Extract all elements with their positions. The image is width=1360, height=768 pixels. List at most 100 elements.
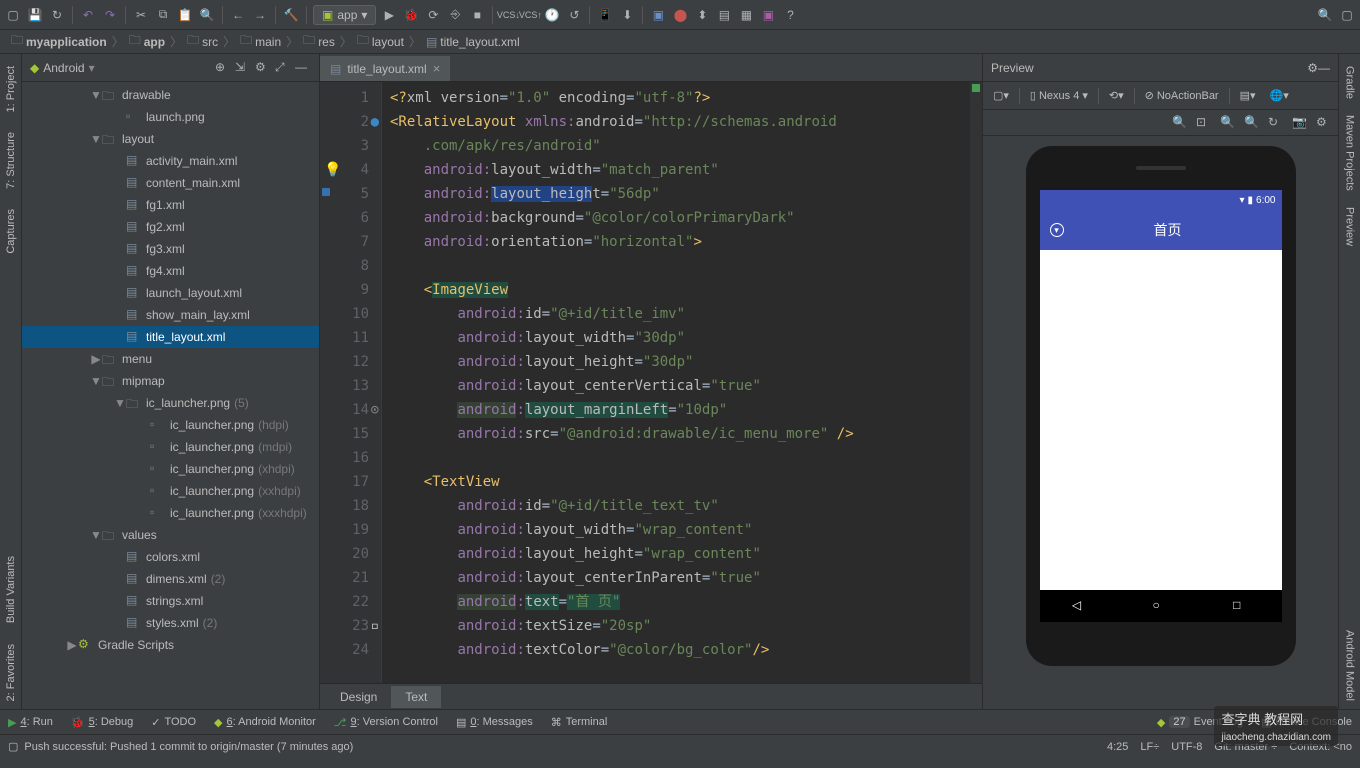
window-icon[interactable]: ▢	[8, 740, 18, 753]
run-icon[interactable]: ▶	[380, 6, 398, 24]
tree-file[interactable]: ▫ic_launcher.png(mdpi)	[22, 436, 319, 458]
hide-icon[interactable]: ⤢	[275, 60, 291, 76]
theme-icon[interactable]: ▣	[759, 6, 777, 24]
crumb[interactable]: 🗀myapplication	[8, 30, 110, 53]
todo-tool[interactable]: ✓TODO	[151, 716, 196, 729]
tree-file[interactable]: ▤launch_layout.xml	[22, 282, 319, 304]
run-tool[interactable]: ▶4: Run	[8, 716, 53, 729]
paste-icon[interactable]: 📋	[176, 6, 194, 24]
tree-folder[interactable]: ▼🗀layout	[22, 128, 319, 150]
tree-folder[interactable]: ▼🗀values	[22, 524, 319, 546]
minimize-icon[interactable]: —	[1318, 61, 1330, 75]
settings-icon[interactable]: ▢	[1338, 6, 1356, 24]
line-separator[interactable]: LF÷	[1140, 741, 1159, 753]
code-editor[interactable]: 12●3💡4567891011121314⊙151617181920212223…	[320, 82, 982, 683]
scroll-from-source-icon[interactable]: ⊕	[215, 60, 231, 76]
structure-tab[interactable]: 7: Structure	[3, 124, 19, 197]
gradle-tab[interactable]: Gradle	[1342, 58, 1358, 107]
zoom-out-icon[interactable]: 🔍	[1220, 115, 1236, 131]
cut-icon[interactable]: ✂	[132, 6, 150, 24]
build-variants-tab[interactable]: Build Variants	[3, 548, 19, 631]
tree-folder[interactable]: ▼🗀mipmap	[22, 370, 319, 392]
screenshot-icon[interactable]: 📷	[1292, 115, 1308, 131]
redo-icon[interactable]: ↷	[101, 6, 119, 24]
tree-file[interactable]: ▤dimens.xml(2)	[22, 568, 319, 590]
help-icon[interactable]: ?	[781, 6, 799, 24]
avd-icon[interactable]: 📱	[596, 6, 614, 24]
tree-file[interactable]: ▤content_main.xml	[22, 172, 319, 194]
project-tree[interactable]: ▼🗀drawable▫launch.png▼🗀layout▤activity_m…	[22, 82, 319, 709]
encoding[interactable]: UTF-8	[1171, 741, 1202, 753]
vcs-push-icon[interactable]: VCS↑	[521, 6, 539, 24]
tree-file[interactable]: ▤show_main_lay.xml	[22, 304, 319, 326]
theme-selector[interactable]: ⊘NoActionBar	[1141, 87, 1223, 104]
close-tab-icon[interactable]: ×	[433, 61, 441, 76]
zoom-fit-icon[interactable]: ⊡	[1196, 115, 1212, 131]
copy-icon[interactable]: ⧉	[154, 6, 172, 24]
crumb[interactable]: 🗀layout	[354, 30, 407, 53]
save-icon[interactable]: 💾	[26, 6, 44, 24]
build-icon[interactable]: 🔨	[282, 6, 300, 24]
android-icon[interactable]: ⬍	[693, 6, 711, 24]
tree-file[interactable]: ▤colors.xml	[22, 546, 319, 568]
crumb[interactable]: 🗀res	[300, 30, 338, 53]
open-icon[interactable]: ▢	[4, 6, 22, 24]
minimize-icon[interactable]: —	[295, 60, 311, 76]
sdk-icon[interactable]: ⬇	[618, 6, 636, 24]
tree-file[interactable]: ▶⚙Gradle Scripts	[22, 634, 319, 656]
messages-tool[interactable]: ▤0: Messages	[456, 716, 533, 729]
viewport-selector[interactable]: ▢▾	[989, 87, 1013, 104]
tree-file[interactable]: ▤strings.xml	[22, 590, 319, 612]
tree-file[interactable]: ▤fg4.xml	[22, 260, 319, 282]
profile-icon[interactable]: ⟳	[424, 6, 442, 24]
cursor-position[interactable]: 4:25	[1107, 741, 1128, 753]
locale-selector[interactable]: ▤▾	[1236, 87, 1260, 104]
tree-file[interactable]: ▫ic_launcher.png(xxhdpi)	[22, 480, 319, 502]
tree-folder[interactable]: ▶🗀menu	[22, 348, 319, 370]
design-tab[interactable]: Design	[326, 686, 391, 708]
monitor-icon[interactable]: ⬤	[671, 6, 689, 24]
layout-icon[interactable]: ▦	[737, 6, 755, 24]
android2-icon[interactable]: ▤	[715, 6, 733, 24]
text-tab[interactable]: Text	[391, 686, 441, 708]
android-model-tab[interactable]: Android Model	[1342, 622, 1358, 709]
tree-file[interactable]: ▤fg2.xml	[22, 216, 319, 238]
version-control-tool[interactable]: ⎇9: Version Control	[334, 716, 438, 729]
tree-file[interactable]: ▫launch.png	[22, 106, 319, 128]
run-config-selector[interactable]: ▣ app ▾	[313, 5, 376, 25]
collapse-icon[interactable]: ⇲	[235, 60, 251, 76]
terminal-tool[interactable]: ⌘Terminal	[551, 716, 608, 729]
settings-icon[interactable]: ⚙	[1307, 61, 1318, 75]
forward-icon[interactable]: →	[251, 6, 269, 24]
scrollbar[interactable]	[970, 82, 982, 683]
settings-icon[interactable]: ⚙	[255, 60, 271, 76]
search-everywhere-icon[interactable]: 🔍	[1316, 6, 1334, 24]
favorites-tab[interactable]: 2: Favorites	[3, 636, 19, 709]
tree-file[interactable]: ▤fg3.xml	[22, 238, 319, 260]
crumb[interactable]: 🗀main	[237, 30, 284, 53]
orientation-selector[interactable]: ⟲▾	[1105, 87, 1128, 104]
attach-icon[interactable]: ⎆	[446, 6, 464, 24]
refresh-icon[interactable]: ↻	[1268, 115, 1284, 131]
sync-icon[interactable]: ↻	[48, 6, 66, 24]
zoom-in-icon[interactable]: 🔍	[1172, 115, 1188, 131]
vcs-icon[interactable]: VCS↓	[499, 6, 517, 24]
tree-file[interactable]: ▫ic_launcher.png(hdpi)	[22, 414, 319, 436]
history-icon[interactable]: 🕐	[543, 6, 561, 24]
tree-file[interactable]: ▤fg1.xml	[22, 194, 319, 216]
reset-zoom-icon[interactable]: 🔍	[1244, 115, 1260, 131]
crumb[interactable]: 🗀src	[184, 30, 221, 53]
captures-tab[interactable]: Captures	[3, 201, 19, 262]
project-mode-selector[interactable]: ◆ Android ▾	[30, 61, 211, 75]
settings-icon[interactable]: ⚙	[1316, 115, 1332, 131]
debug-tool[interactable]: 🐞5: Debug	[71, 716, 133, 729]
api-selector[interactable]: 🌐▾	[1266, 87, 1293, 104]
maven-tab[interactable]: Maven Projects	[1342, 107, 1358, 199]
editor-tab[interactable]: ▤ title_layout.xml ×	[320, 56, 451, 81]
revert-icon[interactable]: ↺	[565, 6, 583, 24]
android-monitor-tool[interactable]: ◆6: Android Monitor	[214, 716, 316, 729]
back-icon[interactable]: ←	[229, 6, 247, 24]
tree-file[interactable]: ▤title_layout.xml	[22, 326, 319, 348]
tree-file[interactable]: ▤styles.xml(2)	[22, 612, 319, 634]
project-tab[interactable]: 1: Project	[3, 58, 19, 120]
